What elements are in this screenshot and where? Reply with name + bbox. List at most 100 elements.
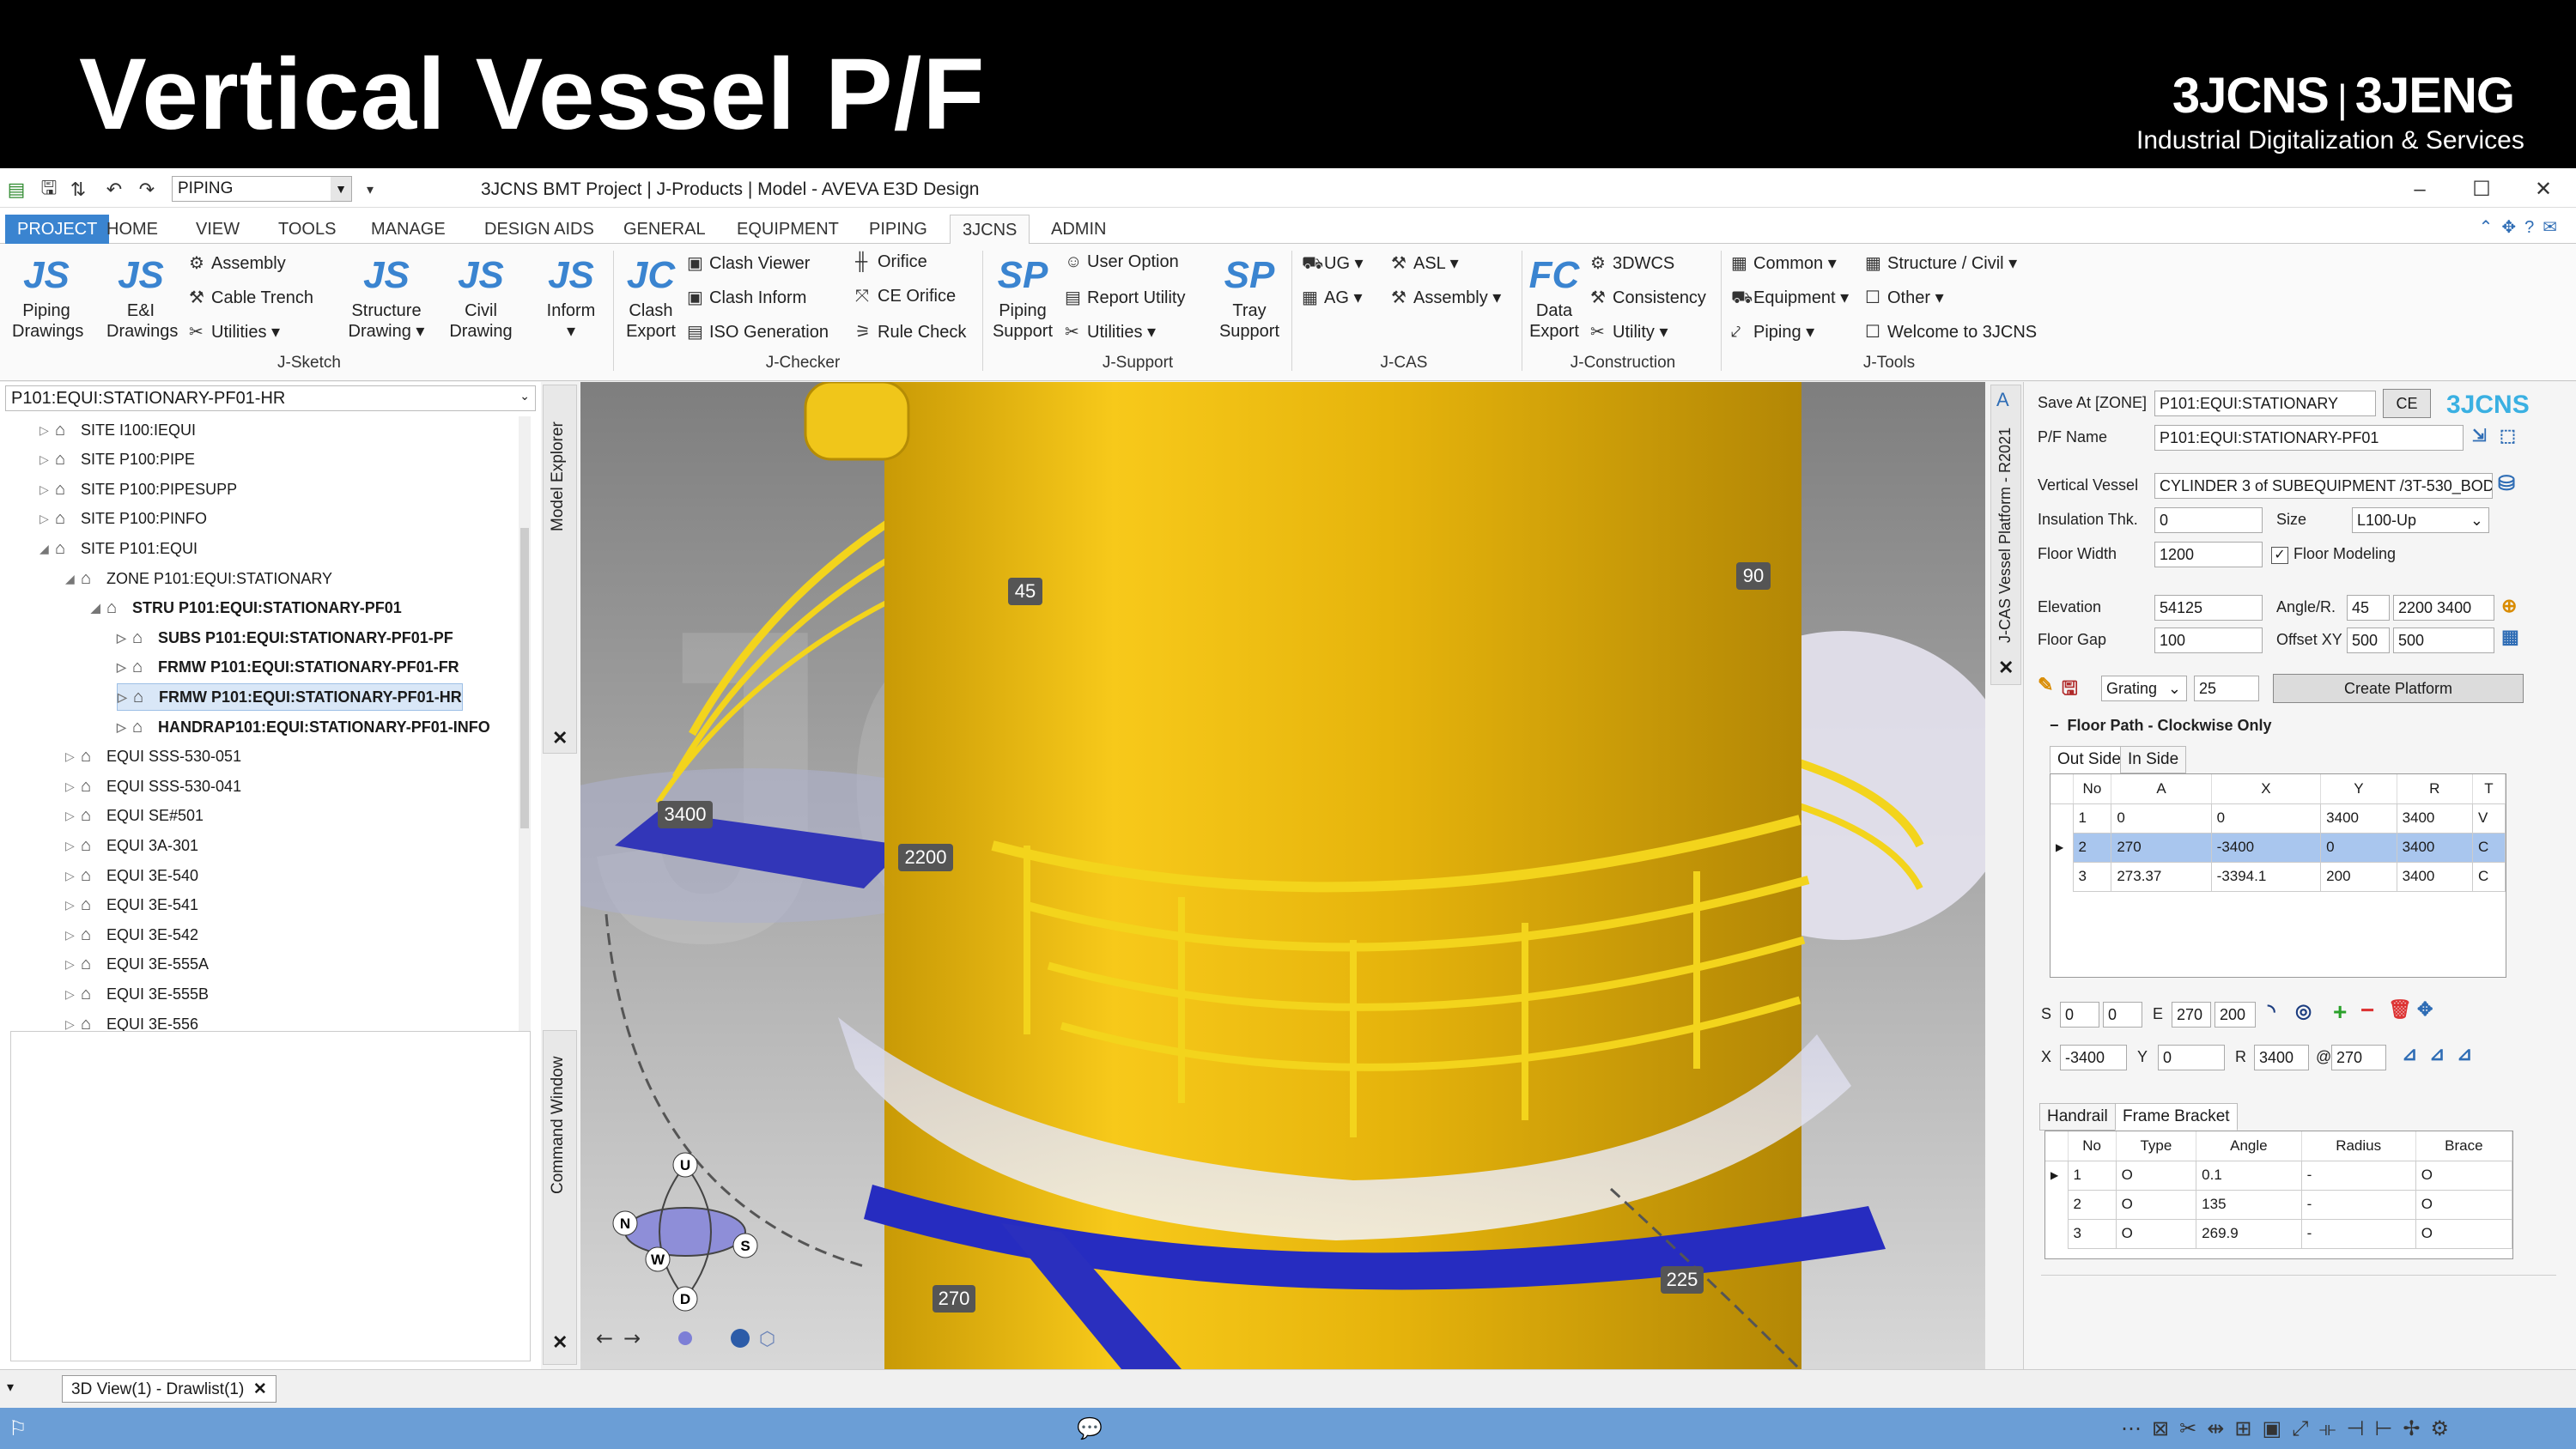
ag-button[interactable]: ▦ AG ▾ xyxy=(1302,287,1363,308)
redo-icon[interactable]: ↷ xyxy=(134,177,160,203)
floor-width-field[interactable]: 1200 xyxy=(2154,542,2263,567)
snap-toolbar-icons[interactable]: ⋯⊠✂⇹⊞▣⤢⟛⊣⊢✢⚙ xyxy=(2121,1416,2459,1441)
column-header[interactable]: X xyxy=(2211,774,2322,804)
column-header[interactable]: Y xyxy=(2320,774,2397,804)
column-header[interactable]: T xyxy=(2472,774,2506,804)
angle-r-field[interactable]: 2200 3400 xyxy=(2393,595,2494,621)
tree-node[interactable]: ▷ ⌂ EQUI SSS-530-051 xyxy=(65,743,241,771)
chevron-down-icon[interactable]: ▼ xyxy=(331,177,351,201)
expand-arrow-icon[interactable]: ▷ xyxy=(65,1017,81,1032)
table-cell[interactable]: 0 xyxy=(2210,803,2322,834)
tray-support-button[interactable]: SP Tray Support xyxy=(1214,251,1285,342)
tab-3jcns[interactable]: 3JCNS xyxy=(950,215,1030,244)
chevron-down-icon[interactable]: ▾ xyxy=(7,1379,14,1396)
expand-arrow-icon[interactable]: ▷ xyxy=(117,660,132,675)
app-icon[interactable]: ▤ xyxy=(3,177,29,203)
current-element-combo[interactable]: P101:EQUI:STATIONARY-PF01-HR ⌄ xyxy=(5,385,536,411)
table-cell[interactable]: - xyxy=(2300,1189,2416,1220)
module-combo[interactable]: PIPING ▼ xyxy=(172,176,352,202)
size-select[interactable]: L100-Up ⌄ xyxy=(2352,507,2489,533)
tree-node[interactable]: ▷ ⌂ EQUI SE#501 xyxy=(65,803,204,830)
tree-node[interactable]: ▷ ⌂ HANDRAP101:EQUI:STATIONARY-PF01-INFO xyxy=(117,713,490,741)
table-cell[interactable]: C xyxy=(2471,832,2506,863)
table-cell[interactable]: - xyxy=(2300,1218,2416,1249)
cable-trench-button[interactable]: ⚒ Cable Trench xyxy=(189,287,313,308)
table-row[interactable]: 1 0 0 3400 3400 V xyxy=(2050,803,2506,834)
expand-arrow-icon[interactable]: ▷ xyxy=(117,720,132,735)
table-row[interactable]: 3 O 269.9- O xyxy=(2045,1218,2513,1249)
table-cell[interactable]: O xyxy=(2415,1189,2513,1220)
save-work-icon[interactable]: ⇅ xyxy=(65,177,91,203)
table-cell[interactable]: 3400 xyxy=(2396,861,2473,892)
tree-node[interactable]: ▷ ⌂ EQUI 3E-540 xyxy=(65,862,198,889)
report-utility-button[interactable]: ▤ Report Utility xyxy=(1065,287,1185,308)
expand-arrow-icon[interactable]: ▷ xyxy=(65,928,81,943)
expand-arrow-icon[interactable]: ◢ xyxy=(65,572,81,586)
table-row[interactable]: 3 273.37 -3394.1 200 3400 C xyxy=(2050,861,2506,892)
piping-tools-button[interactable]: ⤦ Piping ▾ xyxy=(1731,321,1814,343)
tab-in-side[interactable]: In Side xyxy=(2120,746,2187,773)
at-field[interactable]: 270 xyxy=(2331,1045,2386,1070)
circle-icon[interactable]: ◎ xyxy=(2295,1000,2312,1022)
flag-icon[interactable]: ⚐ xyxy=(9,1416,27,1441)
clash-export-button[interactable]: JC Clash Export xyxy=(620,251,682,342)
model-explorer-dock[interactable]: Model Explorer ✕ xyxy=(543,385,577,754)
vessel-field[interactable]: CYLINDER 3 of SUBEQUIPMENT /3T-530_BODY xyxy=(2154,473,2493,499)
save-icon[interactable]: 🖫 xyxy=(2062,674,2078,706)
expand-arrow-icon[interactable]: ▷ xyxy=(65,987,81,1002)
table-cell[interactable]: 1 xyxy=(2067,1160,2117,1191)
table-cell[interactable]: 273.37 xyxy=(2111,861,2212,892)
tab-out-side[interactable]: Out Side xyxy=(2050,746,2129,773)
table-cell[interactable]: 3 xyxy=(2072,861,2112,892)
table-cell[interactable]: 0.1 xyxy=(2196,1160,2302,1191)
save-at-field[interactable]: P101:EQUI:STATIONARY xyxy=(2154,391,2376,416)
table-cell[interactable]: 3 xyxy=(2067,1218,2117,1249)
grating-select[interactable]: Grating ⌄ xyxy=(2101,676,2187,701)
welcome-button[interactable]: ☐ Welcome to 3JCNS xyxy=(1865,321,2037,343)
floor-path-grid[interactable]: No A X Y R T 1 0 0 3400 3400 V ▶ 2 270 -3400 0 3400 C 3 273.… xyxy=(2050,773,2506,978)
move-icon[interactable]: ✥ xyxy=(2417,998,2433,1021)
utility-button[interactable]: ✂ Utility ▾ xyxy=(1590,321,1668,343)
pf-name-field[interactable]: P101:EQUI:STATIONARY-PF01 xyxy=(2154,425,2464,451)
tab-frame-bracket[interactable]: Frame Bracket xyxy=(2115,1103,2238,1131)
table-cell[interactable]: 2 xyxy=(2072,832,2112,863)
common-button[interactable]: ▦ Common ▾ xyxy=(1731,252,1837,274)
tab-piping[interactable]: PIPING xyxy=(857,215,939,244)
table-cell[interactable]: O xyxy=(2415,1160,2513,1191)
chat-icon[interactable]: 💬 xyxy=(1077,1416,1103,1441)
close-icon[interactable]: ✕ xyxy=(1998,657,2014,679)
ribbon-help-icons[interactable]: ⌃✥?✉ xyxy=(2479,216,2566,238)
consistency-button[interactable]: ⚒ Consistency xyxy=(1590,287,1706,308)
tree-node[interactable]: ▷ ⌂ SITE P100:PIPE xyxy=(39,446,195,474)
target-icon[interactable]: ⊕ xyxy=(2501,595,2517,617)
tree-node[interactable]: ▷ ⌂ SITE P100:PINFO xyxy=(39,506,207,533)
equipment-button[interactable]: ⛟Equipment ▾ xyxy=(1731,287,1849,310)
delete-icon[interactable]: 🗑 xyxy=(2388,998,2412,1021)
tree-node[interactable]: ▷ ⌂ SITE I100:IEQUI xyxy=(39,416,196,444)
y-field[interactable]: 0 xyxy=(2158,1045,2225,1070)
column-header[interactable]: Angle xyxy=(2196,1131,2302,1161)
expand-arrow-icon[interactable]: ▷ xyxy=(65,749,81,764)
table-row[interactable]: ▶ 1 O 0.1- O xyxy=(2045,1160,2513,1191)
expand-arrow-icon[interactable]: ▷ xyxy=(39,512,55,526)
create-platform-button[interactable]: Create Platform xyxy=(2273,674,2524,703)
data-export-button[interactable]: FC Data Export xyxy=(1523,251,1585,342)
tree-node[interactable]: ▷ ⌂ EQUI 3A-301 xyxy=(65,832,198,859)
piping-support-button[interactable]: SP Piping Support xyxy=(987,251,1058,342)
expand-arrow-icon[interactable]: ▷ xyxy=(117,631,132,646)
ce-button[interactable]: CE xyxy=(2383,389,2431,418)
angle-field[interactable]: 45 xyxy=(2347,595,2390,621)
tab-handrail[interactable]: Handrail xyxy=(2039,1103,2116,1131)
customize-qat-icon[interactable]: ▾ xyxy=(357,177,383,203)
tree-node[interactable]: ▷ ⌂ EQUI SSS-530-041 xyxy=(65,773,241,800)
close-button[interactable]: ✕ xyxy=(2518,175,2569,204)
table-cell[interactable]: -3400 xyxy=(2210,832,2322,863)
orifice-button[interactable]: ╫ Orifice xyxy=(855,252,927,272)
pin-icon[interactable]: A xyxy=(1996,389,2009,411)
arc-icon[interactable]: ◝ xyxy=(2268,1000,2275,1022)
structure-civil-button[interactable]: ▦ Structure / Civil ▾ xyxy=(1865,252,2017,274)
tree-node[interactable]: ◢ ⌂ SITE P101:EQUI xyxy=(39,535,197,562)
dim-icon-1[interactable]: ⊿ xyxy=(2402,1043,2417,1065)
ei-drawings-button[interactable]: JS E&I Drawings xyxy=(106,251,178,342)
table-cell[interactable]: 1 xyxy=(2072,803,2112,834)
